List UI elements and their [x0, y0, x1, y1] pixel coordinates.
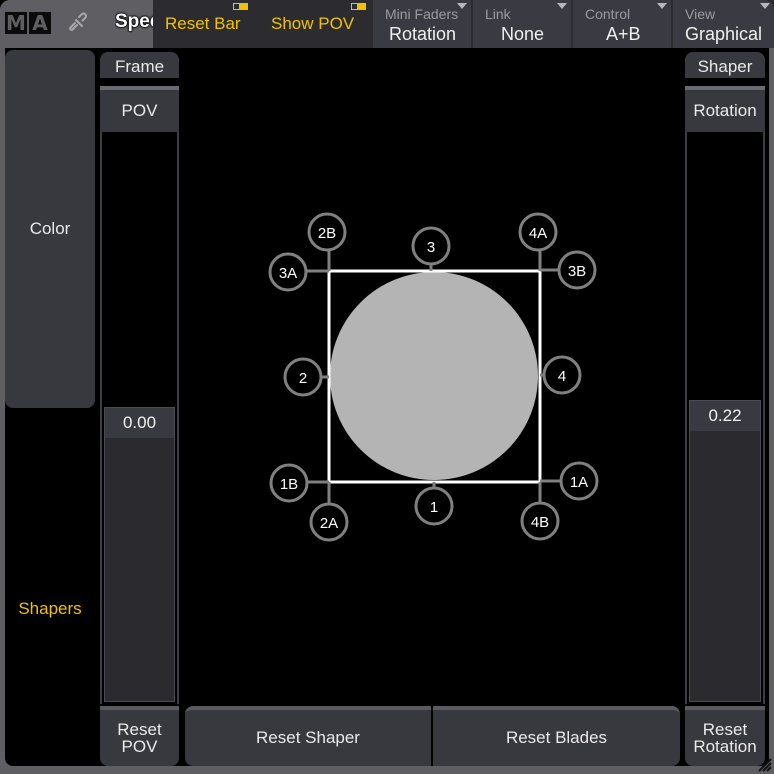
fader-fill: 0.00 — [104, 407, 175, 702]
reset-pov-button[interactable]: Reset POV — [100, 706, 179, 766]
blade-handle-3[interactable]: 3 — [411, 226, 451, 266]
blade-handle-1b[interactable]: 1B — [269, 463, 309, 503]
blade-handle-label: 4A — [529, 225, 547, 242]
dropdown-value: Rotation — [389, 24, 457, 44]
reset-rotation-button[interactable]: Reset Rotation — [685, 706, 765, 766]
dropdown-caption: View — [685, 6, 716, 22]
blade-handle-label: 3B — [568, 263, 586, 280]
fader-fill: 0.22 — [689, 400, 761, 702]
dropdown-caption: Control — [585, 6, 631, 22]
dropdown-caption: Mini Faders — [385, 6, 459, 22]
link-dropdown[interactable]: Link None — [473, 0, 571, 48]
title-area[interactable]: M A Special Dialog — [0, 0, 153, 48]
blade-handle-label: 2 — [299, 370, 307, 387]
reset-bar-label: Reset Bar — [165, 14, 241, 33]
blade-handle-3b[interactable]: 3B — [557, 250, 597, 290]
logo-letter-m: M — [5, 11, 27, 35]
rotation-value: 0.22 — [690, 401, 760, 431]
sidebar-item-shapers[interactable]: Shapers — [5, 580, 95, 638]
blade-handle-label: 4B — [531, 514, 549, 531]
show-pov-label: Show POV — [271, 14, 355, 33]
frame-header: Frame — [100, 52, 179, 82]
blade-handle-4a[interactable]: 4A — [518, 212, 558, 252]
blade-handle-4[interactable]: 4 — [542, 355, 582, 395]
sidebar-item-color[interactable]: Color — [5, 50, 95, 408]
reset-shaper-label: Reset Shaper — [256, 728, 360, 747]
logo-letter-a: A — [29, 12, 51, 34]
sidebar-item-label: Color — [29, 219, 71, 238]
rotation-fader-label[interactable]: Rotation — [685, 86, 765, 132]
toggle-indicator-icon — [233, 3, 248, 10]
dropdown-caption: Link — [485, 6, 511, 22]
reset-blades-label: Reset Blades — [505, 728, 608, 747]
dropdown-value: None — [501, 24, 545, 44]
shaper-graphic[interactable]: 1 1A 1B 2 2A 2B 3 3A 3B 4 4A 4B — [183, 50, 683, 700]
blade-handle-label: 1B — [280, 476, 298, 493]
dropdown-value: A+B — [606, 24, 641, 44]
blade-handle-2a[interactable]: 2A — [309, 502, 349, 542]
ma-logo: M A — [5, 12, 51, 34]
title-bar: M A Special Dialog Reset Bar Show POV — [0, 0, 774, 48]
blade-handle-1[interactable]: 1 — [414, 486, 454, 526]
blade-handle-label: 1A — [570, 474, 588, 491]
blade-handle-1a[interactable]: 1A — [559, 461, 599, 501]
rotation-fader[interactable]: 0.22 — [685, 132, 765, 704]
blade-handle-label: 3A — [279, 265, 297, 282]
show-pov-button[interactable]: Show POV — [259, 0, 371, 48]
reset-blades-button[interactable]: Reset Blades — [433, 706, 680, 766]
blade-handle-label: 2A — [320, 515, 338, 532]
window-title: Special Dialog — [115, 11, 153, 32]
sidebar-item-label: Shapers — [18, 599, 82, 618]
blade-handle-label: 4 — [558, 368, 566, 385]
reset-bar-button[interactable]: Reset Bar — [153, 0, 257, 48]
reset-shaper-button[interactable]: Reset Shaper — [185, 706, 431, 766]
blade-handle-3a[interactable]: 3A — [268, 252, 308, 292]
blade-handle-2b[interactable]: 2B — [307, 212, 347, 252]
chevron-down-icon — [657, 3, 667, 9]
dropdown-value: Graphical — [685, 24, 763, 44]
blade-handle-label: 2B — [318, 225, 336, 242]
reset-pov-label: Reset POV — [117, 720, 162, 756]
view-dropdown[interactable]: View Graphical — [673, 0, 774, 48]
blade-handle-2[interactable]: 2 — [283, 357, 323, 397]
mini-faders-dropdown[interactable]: Mini Faders Rotation — [373, 0, 471, 48]
chevron-down-icon — [457, 3, 467, 9]
blade-handle-label: 3 — [427, 239, 435, 256]
pov-fader-label[interactable]: POV — [100, 86, 179, 132]
special-dialog-window: M A Special Dialog Reset Bar Show POV — [0, 0, 774, 774]
pov-value: 0.00 — [105, 408, 174, 438]
control-dropdown[interactable]: Control A+B — [573, 0, 671, 48]
chevron-down-icon — [557, 3, 567, 9]
resize-grip-icon[interactable] — [754, 754, 772, 772]
blade-handle-4b[interactable]: 4B — [520, 501, 560, 541]
toggle-indicator-icon — [351, 3, 366, 10]
link-icon[interactable] — [66, 12, 90, 36]
shaper-header: Shaper — [685, 52, 765, 82]
reset-rotation-label: Reset Rotation — [693, 720, 757, 756]
chevron-down-icon — [760, 3, 770, 9]
blade-handle-label: 1 — [430, 499, 438, 516]
beam-circle — [330, 272, 538, 480]
toolbar: Reset Bar Show POV Mini Faders Rotation … — [153, 0, 774, 48]
pov-fader[interactable]: 0.00 — [100, 132, 179, 704]
